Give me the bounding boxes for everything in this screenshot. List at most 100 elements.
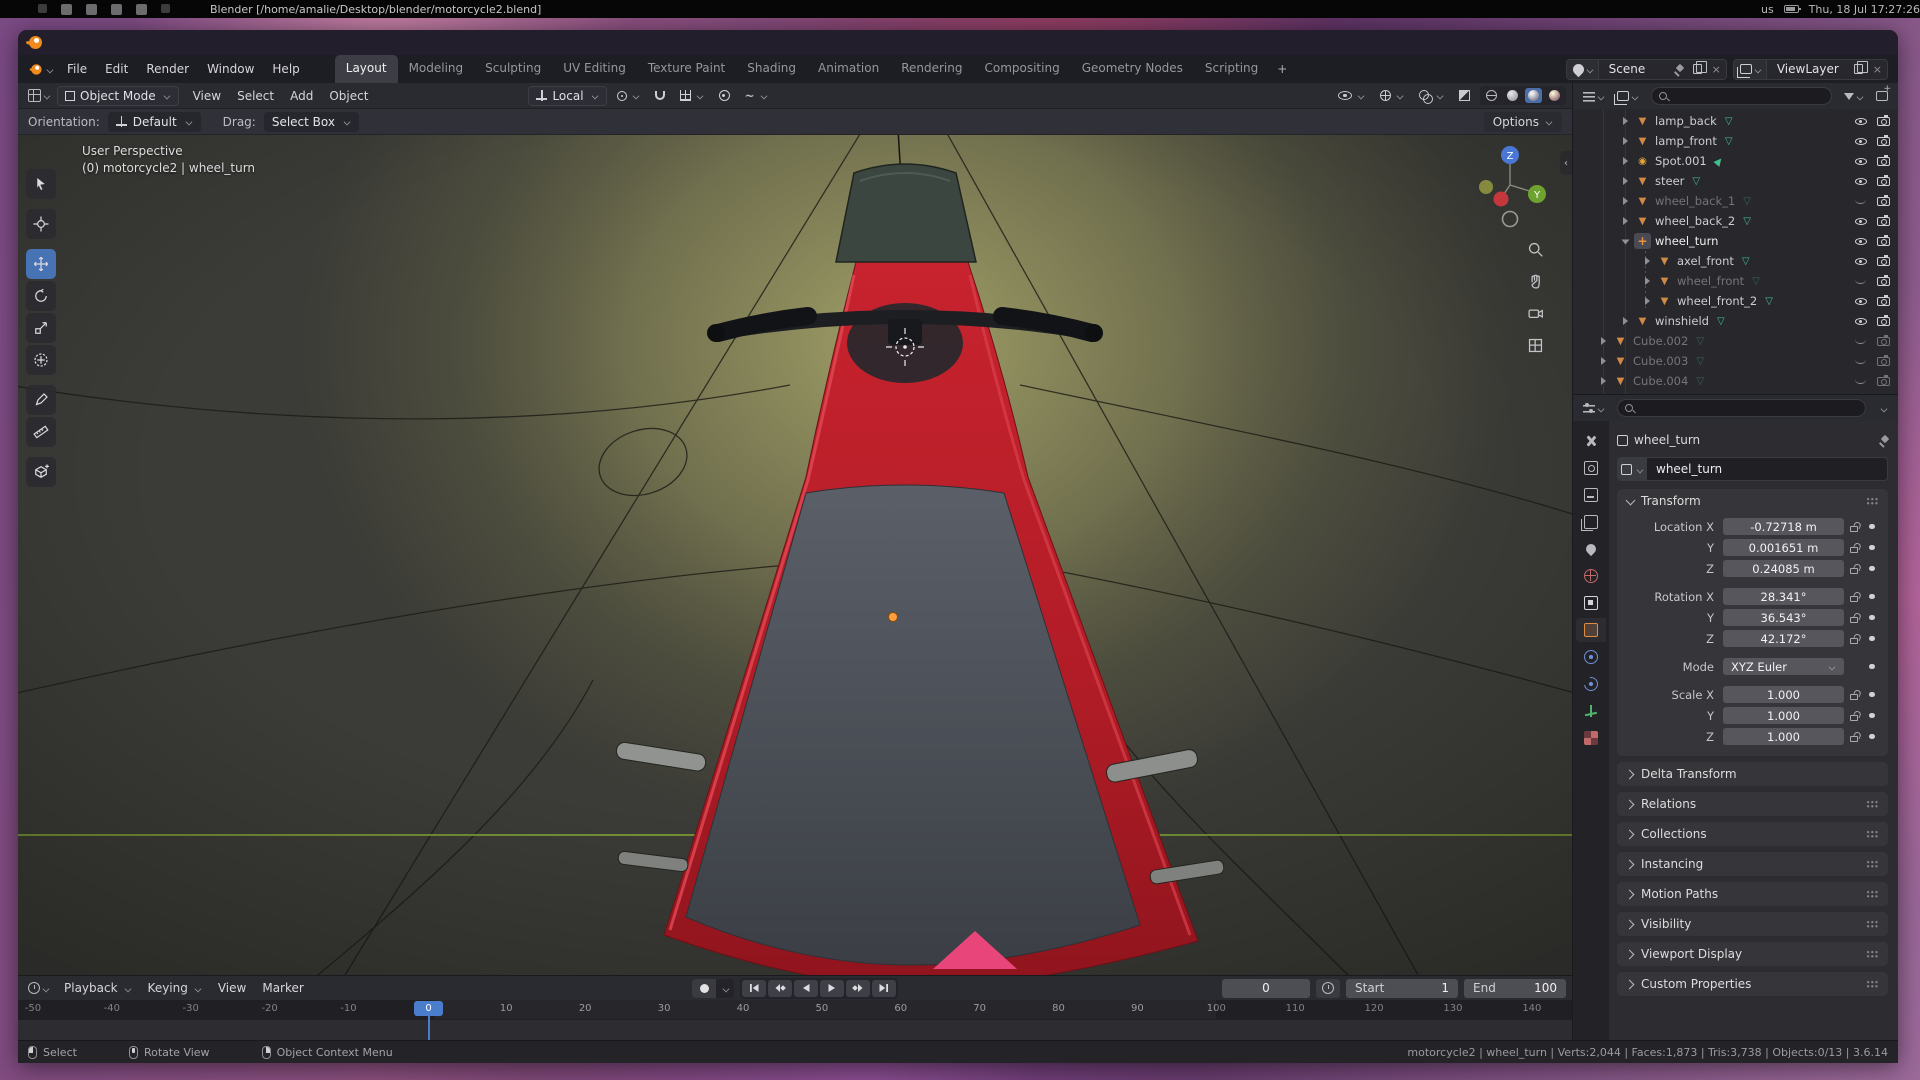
workspace-tab[interactable]: Shading [736, 55, 807, 83]
menu-item[interactable]: Render [137, 58, 198, 80]
animate-dot[interactable] [1864, 524, 1880, 530]
properties-options-button[interactable] [1874, 403, 1892, 414]
hide-in-viewport-toggle[interactable] [1853, 258, 1868, 265]
workspace-tab[interactable]: Modeling [398, 55, 475, 83]
properties-tab[interactable] [1576, 591, 1606, 615]
disclosure-arrow-icon[interactable] [1623, 317, 1628, 325]
object-name-field[interactable]: wheel_turn [1647, 457, 1888, 481]
object-type-icon[interactable]: ▼ [1612, 353, 1629, 369]
animate-dot[interactable] [1864, 636, 1880, 642]
disable-in-renders-toggle[interactable] [1877, 137, 1890, 146]
hide-in-viewport-toggle[interactable] [1853, 218, 1868, 225]
disclosure-arrow-icon[interactable] [1601, 377, 1606, 385]
snap-settings-dropdown[interactable] [675, 87, 709, 104]
timeline-track[interactable] [18, 1019, 1572, 1040]
disable-in-renders-toggle[interactable] [1877, 177, 1890, 186]
drag-handle-icon[interactable] [1866, 860, 1879, 868]
next-keyframe-button[interactable] [846, 980, 870, 997]
navigation-gizmo[interactable]: Z Y [1476, 139, 1550, 234]
outliner-display-mode-button[interactable] [1613, 89, 1643, 103]
properties-tab[interactable] [1576, 645, 1606, 669]
workspace-tab[interactable]: Layout [335, 55, 398, 83]
object-name[interactable]: lamp_back [1655, 114, 1717, 128]
workspace-tab[interactable]: Texture Paint [637, 55, 736, 83]
outliner-row[interactable]: ◉ Spot.001 ▲ [1573, 151, 1898, 171]
drag-handle-icon[interactable] [1866, 497, 1879, 505]
object-name[interactable]: wheel_turn [1655, 234, 1718, 248]
object-name[interactable]: steer [1655, 174, 1684, 188]
viewport-menu-item[interactable]: Add [282, 85, 321, 107]
animate-dot[interactable] [1864, 664, 1880, 670]
view-layer-browse-button[interactable] [1734, 60, 1767, 79]
taskbar-app-icon[interactable] [86, 4, 97, 15]
keyboard-layout-indicator[interactable]: us [1761, 3, 1774, 16]
outliner-row[interactable]: ▼ axel_front ▽ [1573, 251, 1898, 271]
outliner-row[interactable]: ▼ lamp_back ▽ [1573, 111, 1898, 131]
properties-panel-collapsed[interactable]: Custom Properties [1617, 972, 1888, 996]
lock-icon[interactable] [1844, 613, 1864, 623]
transform-orientation-dropdown[interactable]: Local [528, 86, 606, 106]
outliner-row[interactable]: + wheel_turn [1573, 231, 1898, 251]
outliner-editor-type-button[interactable] [1579, 89, 1609, 104]
unlink-scene-button[interactable]: × [1707, 60, 1726, 79]
delta-transform-panel[interactable]: Delta Transform [1617, 762, 1888, 786]
workspace-tab[interactable]: Rendering [890, 55, 973, 83]
disclosure-arrow-icon[interactable] [1623, 177, 1628, 185]
proportional-falloff-dropdown[interactable]: ~ [740, 86, 773, 106]
frame-start-field[interactable]: Start1 [1346, 979, 1458, 998]
hide-in-viewport-toggle[interactable] [1853, 118, 1868, 125]
timeline-menu-item[interactable]: View [210, 978, 254, 998]
outliner-row[interactable]: ▼ winshield ▽ [1573, 311, 1898, 331]
object-name[interactable]: winshield [1655, 314, 1709, 328]
transform-tool[interactable] [26, 345, 56, 375]
disclosure-arrow-icon[interactable] [1623, 157, 1628, 165]
object-name[interactable]: wheel_front_2 [1677, 294, 1757, 308]
object-type-icon[interactable]: + [1634, 233, 1651, 249]
value-field[interactable]: 42.172° [1723, 630, 1844, 647]
drag-handle-icon[interactable] [1866, 800, 1879, 808]
workspace-tab[interactable]: UV Editing [552, 55, 637, 83]
properties-tab[interactable] [1576, 483, 1606, 507]
use-preview-range-button[interactable] [1316, 979, 1340, 998]
object-type-icon[interactable]: ▼ [1656, 293, 1673, 309]
drag-setting-dropdown[interactable]: Select Box [264, 112, 359, 132]
object-type-icon[interactable]: ▼ [1612, 373, 1629, 389]
properties-tab[interactable] [1576, 618, 1606, 642]
scene-browse-button[interactable] [1567, 60, 1599, 79]
viewport-canvas[interactable]: User Perspective (0) motorcycle2 | wheel… [18, 135, 1572, 975]
drag-handle-icon[interactable] [1866, 830, 1879, 838]
annotate-tool[interactable] [26, 385, 56, 415]
object-name[interactable]: lamp_front [1655, 134, 1717, 148]
lock-icon[interactable] [1844, 592, 1864, 602]
animate-dot[interactable] [1864, 615, 1880, 621]
orientation-setting-dropdown[interactable]: Default [108, 112, 201, 132]
timeline-menu-item[interactable]: Playback [56, 978, 140, 998]
axis-ball-minus-z[interactable] [1503, 212, 1518, 227]
properties-panel-collapsed[interactable]: Instancing [1617, 852, 1888, 876]
animate-dot[interactable] [1864, 734, 1880, 740]
object-name[interactable]: axel_front [1677, 254, 1734, 268]
current-frame-field[interactable]: 0 [1222, 979, 1310, 998]
object-name[interactable]: Spot.001 [1655, 154, 1707, 168]
hide-in-viewport-toggle[interactable] [1853, 359, 1868, 364]
lock-icon[interactable] [1844, 522, 1864, 532]
menu-item[interactable]: Edit [96, 58, 137, 80]
auto-keying-button[interactable] [692, 979, 716, 998]
disclosure-arrow-icon[interactable] [1623, 117, 1628, 125]
object-type-icon[interactable]: ▼ [1634, 113, 1651, 129]
object-name[interactable]: wheel_back_1 [1655, 194, 1735, 208]
workspace-tab[interactable]: Animation [807, 55, 890, 83]
jump-to-end-button[interactable] [872, 980, 896, 997]
object-type-icon[interactable]: ▼ [1634, 133, 1651, 149]
lock-icon[interactable] [1844, 564, 1864, 574]
properties-panel-collapsed[interactable]: Relations [1617, 792, 1888, 816]
remove-view-layer-button[interactable]: × [1868, 60, 1887, 79]
object-type-icon[interactable]: ▼ [1656, 253, 1673, 269]
rotation-mode-dropdown[interactable]: XYZ Euler [1723, 658, 1844, 675]
hide-in-viewport-toggle[interactable] [1853, 199, 1868, 204]
workspace-tab[interactable]: Compositing [973, 55, 1070, 83]
scene-name[interactable]: Scene [1599, 62, 1669, 76]
object-type-icon[interactable]: ▼ [1634, 193, 1651, 209]
timeline-menu-item[interactable]: Keying [140, 978, 210, 998]
menu-item[interactable]: Help [263, 58, 308, 80]
